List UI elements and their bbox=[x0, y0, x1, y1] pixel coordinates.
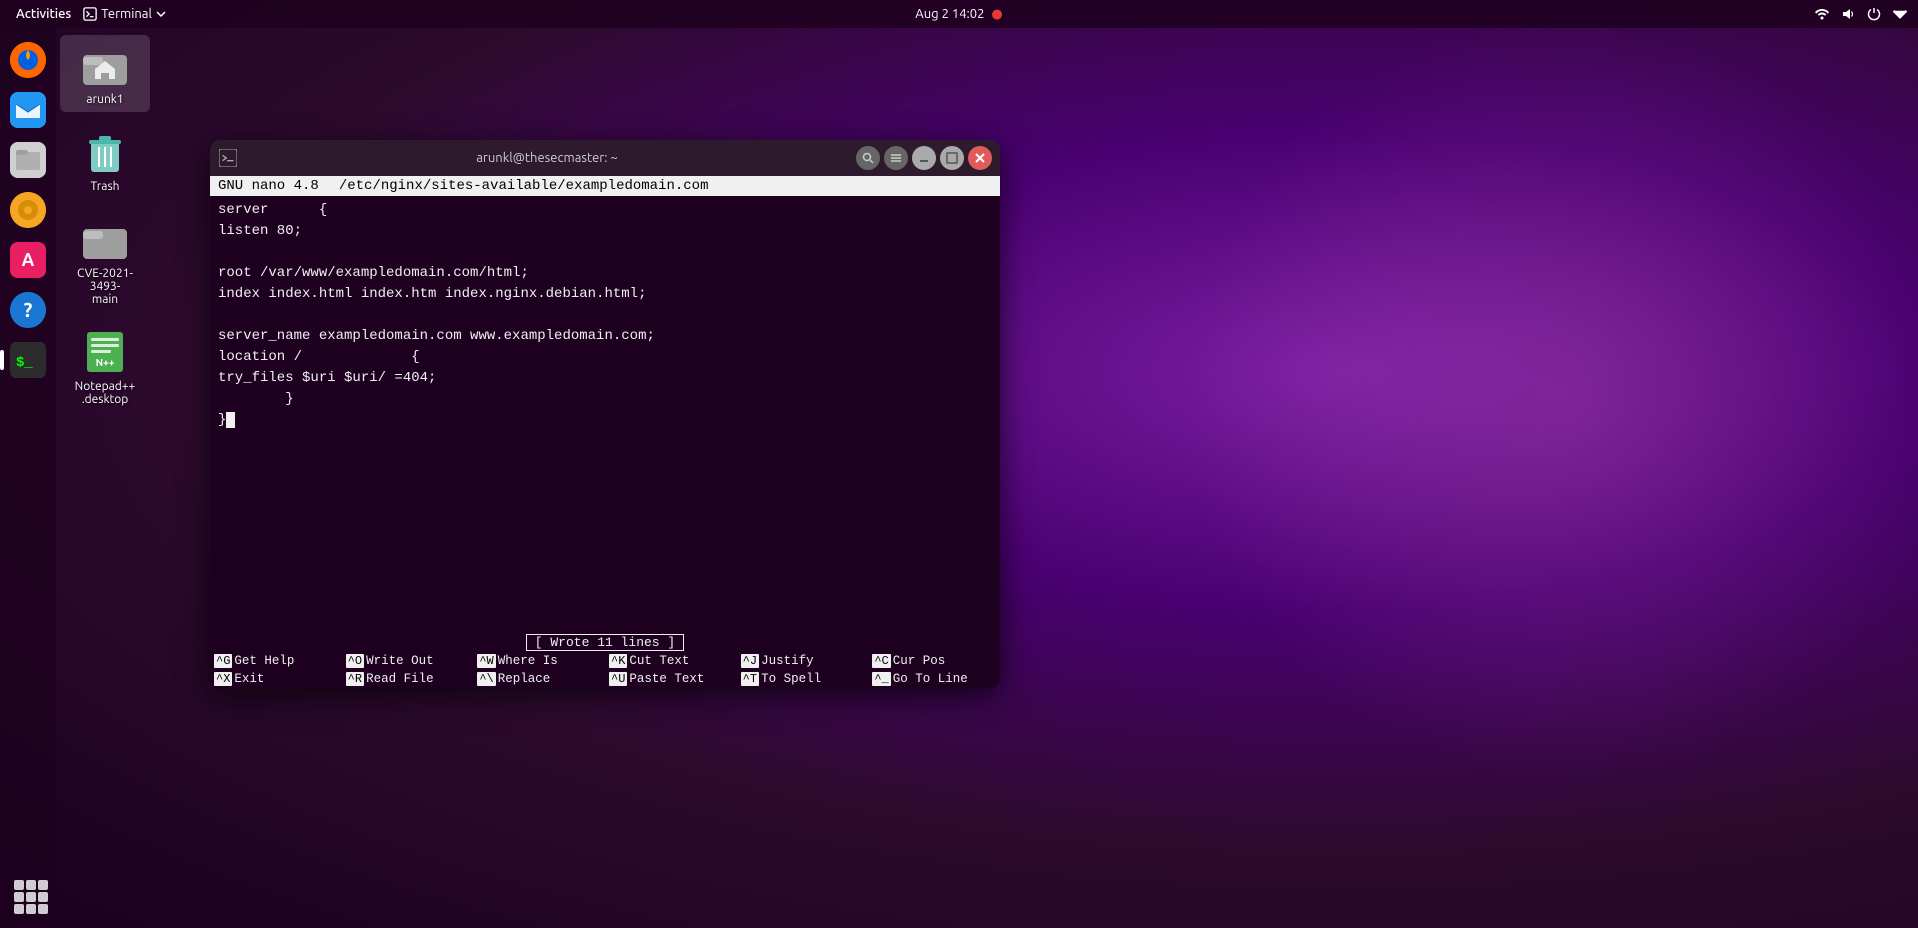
shortcut-whereis: ^W Where Is bbox=[473, 652, 605, 670]
shortcut-writeout: ^O Write Out bbox=[342, 652, 474, 670]
shortcut-exit: ^X Exit bbox=[210, 670, 342, 688]
close-icon bbox=[974, 152, 986, 164]
desktop-icon-cve-label: CVE-2021-3493-main bbox=[66, 267, 144, 306]
topbar: Activities Terminal Aug 2 14:02 ● bbox=[0, 0, 1918, 28]
terminal-titlebar: arunkl@thesecmaster: ~ bbox=[210, 140, 1000, 176]
window-controls bbox=[856, 146, 992, 170]
network-icon bbox=[1814, 6, 1830, 22]
terminal-topbar-icon bbox=[83, 7, 97, 21]
search-button[interactable] bbox=[856, 146, 880, 170]
search-icon bbox=[862, 152, 874, 164]
shortcut-justify: ^J Justify bbox=[737, 652, 869, 670]
text-cursor bbox=[226, 412, 235, 428]
shortcut-gethelp: ^G Get Help bbox=[210, 652, 342, 670]
svg-text:$_: $_ bbox=[16, 355, 33, 371]
nano-header: GNU nano 4.8 /etc/nginx/sites-available/… bbox=[210, 176, 1000, 196]
dock-icon-files[interactable] bbox=[6, 138, 50, 182]
nano-version: GNU nano 4.8 bbox=[218, 178, 319, 194]
activities-button[interactable]: Activities bbox=[10, 7, 77, 21]
shortcut-cuttext: ^K Cut Text bbox=[605, 652, 737, 670]
desktop-icon-arunk1-label: arunk1 bbox=[86, 93, 123, 106]
shortcut-replace: ^\ Replace bbox=[473, 670, 605, 688]
maximize-button[interactable] bbox=[940, 146, 964, 170]
menu-button[interactable] bbox=[884, 146, 908, 170]
dock-icon-firefox[interactable] bbox=[6, 38, 50, 82]
shortcut-pastetext: ^U Paste Text bbox=[605, 670, 737, 688]
hamburger-icon bbox=[890, 152, 902, 164]
dock: A ? $_ bbox=[0, 28, 56, 928]
topbar-datetime: Aug 2 14:02 ● bbox=[915, 7, 1003, 22]
desktop: Activities Terminal Aug 2 14:02 ● bbox=[0, 0, 1918, 928]
terminal-window-icon bbox=[219, 149, 237, 167]
firefox-svg bbox=[10, 42, 46, 78]
terminal-window: arunkl@thesecmaster: ~ bbox=[210, 140, 1000, 688]
home-folder-icon bbox=[81, 41, 129, 89]
terminal-titlebar-icon bbox=[218, 148, 238, 168]
files-svg bbox=[10, 142, 46, 178]
desktop-icon-trash[interactable]: Trash bbox=[60, 122, 150, 199]
topbar-terminal-label[interactable]: Terminal bbox=[83, 7, 166, 21]
topbar-right bbox=[1814, 6, 1908, 22]
email-svg bbox=[10, 92, 46, 128]
close-button[interactable] bbox=[968, 146, 992, 170]
minimize-button[interactable] bbox=[912, 146, 936, 170]
power-icon bbox=[1866, 6, 1882, 22]
desktop-icon-notepad-label: Notepad++.desktop bbox=[75, 380, 136, 406]
trash-icon bbox=[81, 128, 129, 176]
minimize-icon bbox=[918, 152, 930, 164]
help-svg: ? bbox=[10, 292, 46, 328]
nano-filepath: /etc/nginx/sites-available/exampledomain… bbox=[339, 178, 709, 194]
terminal-svg: $_ bbox=[10, 342, 46, 378]
desktop-icon-notepad[interactable]: N++ Notepad++.desktop bbox=[60, 322, 150, 412]
apps-grid-button[interactable] bbox=[10, 876, 46, 912]
svg-text:A: A bbox=[22, 250, 35, 270]
volume-icon bbox=[1840, 6, 1856, 22]
topbar-left: Activities Terminal bbox=[10, 7, 166, 21]
terminal-title: arunkl@thesecmaster: ~ bbox=[244, 151, 850, 165]
cve-folder-icon bbox=[81, 215, 129, 263]
shortcut-tospell: ^T To Spell bbox=[737, 670, 869, 688]
svg-text:?: ? bbox=[24, 298, 33, 321]
shortcut-readfile: ^R Read File bbox=[342, 670, 474, 688]
desktop-icon-arunk1[interactable]: arunk1 bbox=[60, 35, 150, 112]
terminal-dropdown-icon bbox=[156, 11, 166, 17]
desktop-icons-area: arunk1 Trash bbox=[60, 35, 150, 412]
dock-icon-rhythmbox[interactable] bbox=[6, 188, 50, 232]
nano-status: [ Wrote 11 lines ] bbox=[210, 633, 1000, 652]
dock-icon-terminal[interactable]: $_ bbox=[6, 338, 50, 382]
nano-body[interactable]: server { listen 80; root /var/www/exampl… bbox=[210, 196, 1000, 633]
shortcut-gotoline: ^_ Go To Line bbox=[868, 670, 1000, 688]
system-menu-icon[interactable] bbox=[1892, 6, 1908, 22]
dock-icon-help[interactable]: ? bbox=[6, 288, 50, 332]
desktop-icon-trash-label: Trash bbox=[90, 180, 119, 193]
nano-footer: [ Wrote 11 lines ] ^G Get Help ^O Write … bbox=[210, 633, 1000, 688]
notepad-icon: N++ bbox=[81, 328, 129, 376]
shortcut-curpos: ^C Cur Pos bbox=[868, 652, 1000, 670]
svg-text:N++: N++ bbox=[96, 357, 115, 368]
software-svg: A bbox=[10, 242, 46, 278]
rhythmbox-svg bbox=[10, 192, 46, 228]
nano-shortcuts: ^G Get Help ^O Write Out ^W Where Is ^K … bbox=[210, 652, 1000, 688]
maximize-icon bbox=[946, 152, 958, 164]
desktop-icon-cve[interactable]: CVE-2021-3493-main bbox=[60, 209, 150, 312]
dock-icon-email[interactable] bbox=[6, 88, 50, 132]
dock-icon-software[interactable]: A bbox=[6, 238, 50, 282]
